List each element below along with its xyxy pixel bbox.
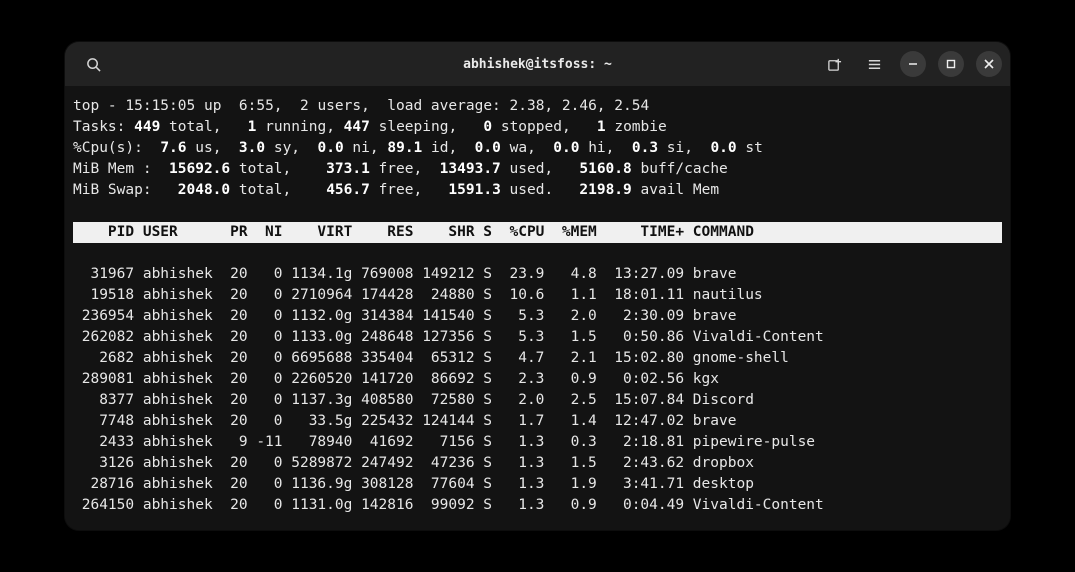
minimize-button[interactable] bbox=[900, 51, 926, 77]
new-tab-icon[interactable] bbox=[820, 50, 848, 78]
swap-line: MiB Swap: 2048.0 total, 456.7 free, 1591… bbox=[73, 182, 719, 198]
cpu-line: %Cpu(s): 7.6 us, 3.0 sy, 0.0 ni, 89.1 id… bbox=[73, 140, 763, 156]
hamburger-menu-icon[interactable] bbox=[860, 50, 888, 78]
process-table-header: PID USER PR NI VIRT RES SHR S %CPU %MEM … bbox=[73, 222, 1002, 243]
titlebar: abhishek@itsfoss: ~ bbox=[65, 42, 1010, 86]
terminal-output[interactable]: top - 15:15:05 up 6:55, 2 users, load av… bbox=[65, 86, 1010, 530]
top-summary-line: top - 15:15:05 up 6:55, 2 users, load av… bbox=[73, 98, 649, 114]
terminal-window: abhishek@itsfoss: ~ top - 15:15:05 up 6:… bbox=[65, 42, 1010, 530]
process-table-body: 31967 abhishek 20 0 1134.1g 769008 14921… bbox=[73, 266, 824, 513]
maximize-button[interactable] bbox=[938, 51, 964, 77]
close-button[interactable] bbox=[976, 51, 1002, 77]
mem-line: MiB Mem : 15692.6 total, 373.1 free, 134… bbox=[73, 161, 728, 177]
search-icon[interactable] bbox=[79, 50, 107, 78]
tasks-line: Tasks: 449 total, 1 running, 447 sleepin… bbox=[73, 119, 667, 135]
